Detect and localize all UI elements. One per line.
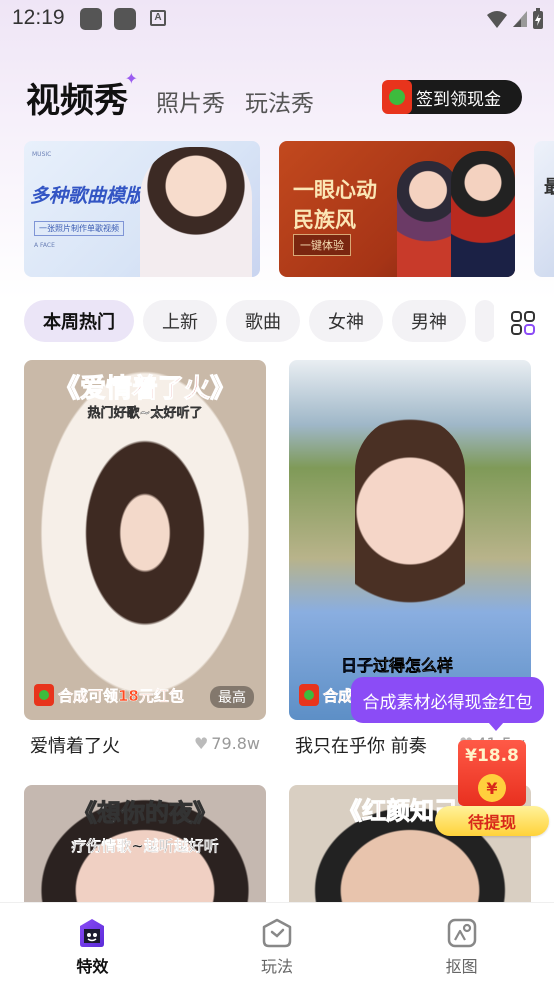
status-indicators [486, 8, 544, 30]
banner-model-image [451, 151, 515, 277]
chip-weekly-hot[interactable]: 本周热门 [24, 300, 134, 342]
heart-icon: ♥ [193, 734, 209, 753]
reward-badge: 合成 [299, 684, 353, 706]
reward-badge: 合成可领18元红包 [34, 684, 184, 706]
signin-label: 签到领现金 [416, 89, 501, 110]
nav-effects[interactable]: 特效 [0, 903, 185, 984]
signal-icon [513, 11, 527, 27]
banner-ethnic-style[interactable]: 一眼心动民族风 一键体验 [279, 141, 515, 277]
signin-cash-button[interactable]: 签到领现金 [382, 80, 522, 114]
banner-tiny-text: A FACE [34, 242, 55, 249]
banner-model-image [397, 161, 459, 277]
status-time: 12:19 [12, 6, 65, 29]
gameplay-icon [261, 917, 293, 949]
video-thumbnail[interactable]: 《爱情着了火》 热门好歌~太好听了 合成可领18元红包 最高 [24, 360, 266, 720]
tab-gameplay-show[interactable]: 玩法秀 [245, 84, 314, 122]
sparkle-icon: ✦ [124, 69, 138, 88]
video-card[interactable]: 《爱情着了火》 热门好歌~太好听了 合成可领18元红包 最高 爱情着了火 ♥ 7… [24, 360, 266, 757]
video-title: 爱情着了火 [30, 736, 120, 757]
nav-cutout[interactable]: 抠图 [369, 903, 554, 984]
chip-songs[interactable]: 歌曲 [226, 300, 300, 342]
like-count: ♥ 79.8w [194, 734, 260, 753]
reward-text: 合成 [323, 686, 354, 705]
app-notification-icon [114, 8, 136, 30]
status-bar: 12:19 A [0, 0, 554, 38]
bottom-nav: 特效 玩法 抠图 [0, 902, 554, 984]
app-notification-icon [80, 8, 102, 30]
red-envelope-icon [299, 684, 319, 706]
video-card[interactable]: 日子过得怎么样 合成 我只在乎你 前奏 ♥ 41.5w [289, 360, 531, 757]
nav-label: 特效 [76, 957, 109, 976]
chip-goddess[interactable]: 女神 [309, 300, 383, 342]
thumbnail-title: 《爱情着了火》 [53, 374, 236, 405]
banner-subtitle: 一张照片制作单歌视频 [34, 221, 124, 236]
banner-song-templates[interactable]: MUSIC 多种歌曲模版 一张照片制作单歌视频 A FACE [24, 141, 260, 277]
thumbnail-title: 《想你的夜》 [73, 798, 218, 828]
lyric-rest: 过得怎么样 [373, 656, 454, 676]
red-envelope-icon [382, 80, 412, 114]
max-tag: 最高 [210, 686, 254, 708]
chip-male-god[interactable]: 男神 [392, 300, 466, 342]
video-thumbnail[interactable]: 日子过得怎么样 合成 [289, 360, 531, 720]
battery-icon [533, 8, 543, 29]
red-packet-widget[interactable]: ¥18.8 ¥ [458, 740, 526, 806]
keyboard-notification-icon: A [150, 10, 166, 26]
coin-icon: ¥ [478, 774, 506, 802]
category-chips: 本周热门 上新 歌曲 女神 男神 [24, 300, 494, 342]
video-card[interactable]: 《想你的夜》 疗伤情歌~越听越好听 [24, 785, 266, 902]
banner-title: 多种歌曲模版 [30, 185, 145, 207]
tab-video-show[interactable]: 视频秀 ✦ [26, 69, 138, 122]
video-title: 我只在乎你 前奏 [295, 736, 427, 757]
effects-icon [76, 917, 108, 949]
lyric-highlight: 日子 [341, 656, 374, 676]
banner-title: 最 [544, 177, 554, 198]
top-tabs: 视频秀 ✦ 照片秀 玩法秀 [26, 69, 334, 122]
wifi-icon [487, 11, 507, 28]
tab-photo-show[interactable]: 照片秀 [156, 84, 225, 122]
thumbnail-subtitle: 疗伤情歌~越听越好听 [71, 837, 219, 855]
video-thumbnail[interactable]: 《想你的夜》 疗伤情歌~越听越好听 [24, 785, 266, 902]
reward-text: 合成可领18元红包 [58, 686, 184, 705]
chip-new[interactable]: 上新 [143, 300, 217, 342]
cutout-icon [446, 917, 478, 949]
like-count-value: 79.8w [211, 734, 260, 753]
red-packet-amount: ¥18.8 [465, 746, 519, 766]
lyric-text: 日子过得怎么样 [341, 652, 454, 676]
banner-carousel: MUSIC 多种歌曲模版 一张照片制作单歌视频 A FACE 一眼心动民族风 一… [0, 141, 554, 277]
banner-next[interactable]: 最 [534, 141, 554, 277]
thumbnail-subtitle: 热门好歌~太好听了 [87, 406, 203, 421]
cash-tip-tooltip[interactable]: 合成素材必得现金红包 [351, 677, 544, 731]
category-grid-icon[interactable] [510, 310, 536, 336]
nav-label: 抠图 [445, 957, 478, 976]
model-image [355, 416, 465, 666]
tab-label: 视频秀 [26, 81, 128, 121]
banner-model-image [140, 147, 252, 277]
withdraw-button[interactable]: 待提现 [435, 806, 549, 836]
banner-small-text: MUSIC [32, 151, 52, 158]
chip-more[interactable] [475, 300, 494, 342]
banner-try-button[interactable]: 一键体验 [293, 234, 351, 256]
nav-gameplay[interactable]: 玩法 [185, 903, 370, 984]
red-envelope-icon [34, 684, 54, 706]
nav-label: 玩法 [261, 957, 294, 976]
banner-title: 一眼心动民族风 [293, 178, 377, 232]
